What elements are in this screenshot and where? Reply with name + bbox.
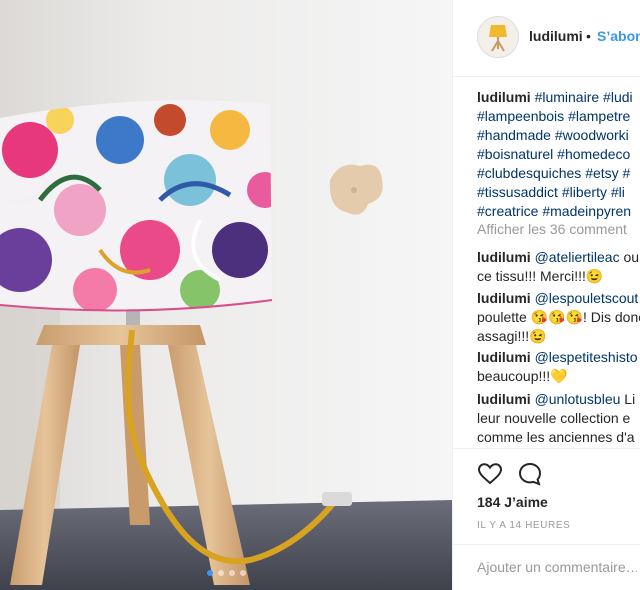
- comment-line: ludilumi @lespetiteshisto: [477, 348, 640, 367]
- comment-line: comme les anciennes d'a: [477, 428, 640, 447]
- comment-mention[interactable]: @lespetiteshisto: [535, 349, 638, 365]
- hashtag-link[interactable]: #tissusaddict: [477, 184, 562, 200]
- comment-bubble-icon[interactable]: [517, 461, 543, 487]
- comment: ludilumi @ateliertileac ou ce tissu!!! Me…: [477, 248, 640, 286]
- carousel-indicator: [0, 570, 452, 576]
- post-caption: ludilumi #luminaire #ludi #lampeenbois #l…: [477, 88, 640, 221]
- caption-line: #creatrice #madeinpyren: [477, 202, 640, 221]
- post-photo[interactable]: [0, 0, 452, 590]
- hashtag-link[interactable]: #li: [611, 184, 625, 200]
- caption-line: ludilumi #luminaire #ludi: [477, 88, 640, 107]
- carousel-dot[interactable]: [239, 570, 246, 576]
- hashtag-link[interactable]: #madeinpyren: [542, 203, 631, 219]
- separator-dot: •: [586, 28, 591, 44]
- comment-line: poulette 😘😘😘! Dis donc: [477, 308, 640, 327]
- caption-username[interactable]: ludilumi: [477, 89, 535, 105]
- comment-line: assagi!!!😉: [477, 327, 640, 346]
- hashtag-link[interactable]: #clubdesquiches: [477, 165, 585, 181]
- comment-line: ce tissu!!! Merci!!!😉: [477, 267, 640, 286]
- caption-line: #boisnaturel #homedeco: [477, 145, 640, 164]
- hashtag-link[interactable]: #ludi: [603, 89, 633, 105]
- lamp-photo-image: [0, 0, 452, 590]
- comment-line: ludilumi @ateliertileac ou: [477, 248, 640, 267]
- hashtag-link[interactable]: #lampeenbois: [477, 108, 568, 124]
- hashtag-link[interactable]: #creatrice: [477, 203, 542, 219]
- caption-line: #clubdesquiches #etsy #: [477, 164, 640, 183]
- comment-line: ludilumi @lespouletscout: [477, 289, 640, 308]
- hashtag-link[interactable]: #luminaire: [535, 89, 603, 105]
- carousel-dot[interactable]: [217, 570, 224, 576]
- post-details-panel: ludilumi • S’abonner ludilumi #luminaire…: [452, 0, 640, 590]
- carousel-dot[interactable]: [206, 570, 213, 576]
- comment-username[interactable]: ludilumi: [477, 249, 535, 265]
- comment-text: beaucoup!!!💛: [477, 368, 568, 384]
- post-header: ludilumi • S’abonner: [453, 0, 640, 77]
- hashtag-link[interactable]: #woodworki: [555, 127, 629, 143]
- heart-icon[interactable]: [477, 461, 503, 487]
- comment-text: leur nouvelle collection e: [477, 410, 631, 426]
- view-all-comments-link[interactable]: Afficher les 36 comment: [477, 221, 627, 237]
- comment-username[interactable]: ludilumi: [477, 290, 535, 306]
- caption-line: #handmade #woodworki: [477, 126, 640, 145]
- carousel-dot[interactable]: [228, 570, 235, 576]
- comment: ludilumi @unlotusbleu Li leur nouvelle co…: [477, 390, 640, 447]
- hashtag-link[interactable]: #lampetre: [568, 108, 630, 124]
- comment-username[interactable]: ludilumi: [477, 349, 535, 365]
- comment-line: beaucoup!!!💛: [477, 367, 640, 386]
- add-comment-box: [453, 544, 640, 590]
- post-username[interactable]: ludilumi: [529, 28, 583, 44]
- comment-line: ludilumi @unlotusbleu Li: [477, 390, 640, 409]
- comment-username[interactable]: ludilumi: [477, 391, 535, 407]
- comment-text: ou: [623, 249, 640, 265]
- comment-mention[interactable]: @lespouletscout: [535, 290, 639, 306]
- comment-line: leur nouvelle collection e: [477, 409, 640, 428]
- comment-mention[interactable]: @ateliertileac: [535, 249, 624, 265]
- comment-text: comme les anciennes d'a: [477, 429, 635, 445]
- comment-text: assagi!!!😉: [477, 328, 547, 344]
- hashtag-link[interactable]: #handmade: [477, 127, 555, 143]
- comment-input[interactable]: [477, 559, 637, 575]
- comment: ludilumi @lespetiteshisto beaucoup!!!💛: [477, 348, 640, 386]
- comment-text: Li: [624, 391, 636, 407]
- comment-mention[interactable]: @unlotusbleu: [535, 391, 625, 407]
- avatar[interactable]: [477, 16, 519, 58]
- caption-line: #tissusaddict #liberty #li: [477, 183, 640, 202]
- follow-button[interactable]: S’abonner: [597, 28, 640, 44]
- hashtag-link[interactable]: #homedeco: [557, 146, 630, 162]
- comment-text: ce tissu!!! Merci!!!😉: [477, 268, 604, 284]
- comment: ludilumi @lespouletscout poulette 😘😘😘! D…: [477, 289, 640, 346]
- avatar-lamp-icon: [478, 17, 518, 57]
- post-actions: 184 J’aime IL Y A 14 HEURES: [453, 448, 640, 590]
- like-count[interactable]: 184 J’aime: [477, 494, 548, 510]
- post-timestamp: IL Y A 14 HEURES: [477, 520, 571, 531]
- hashtag-link[interactable]: #liberty: [562, 184, 611, 200]
- hashtag-link[interactable]: #boisnaturel: [477, 146, 557, 162]
- hashtag-link[interactable]: #: [623, 165, 631, 181]
- comment-text: poulette 😘😘😘! Dis donc: [477, 309, 640, 325]
- caption-line: #lampeenbois #lampetre: [477, 107, 640, 126]
- hashtag-link[interactable]: #etsy: [585, 165, 622, 181]
